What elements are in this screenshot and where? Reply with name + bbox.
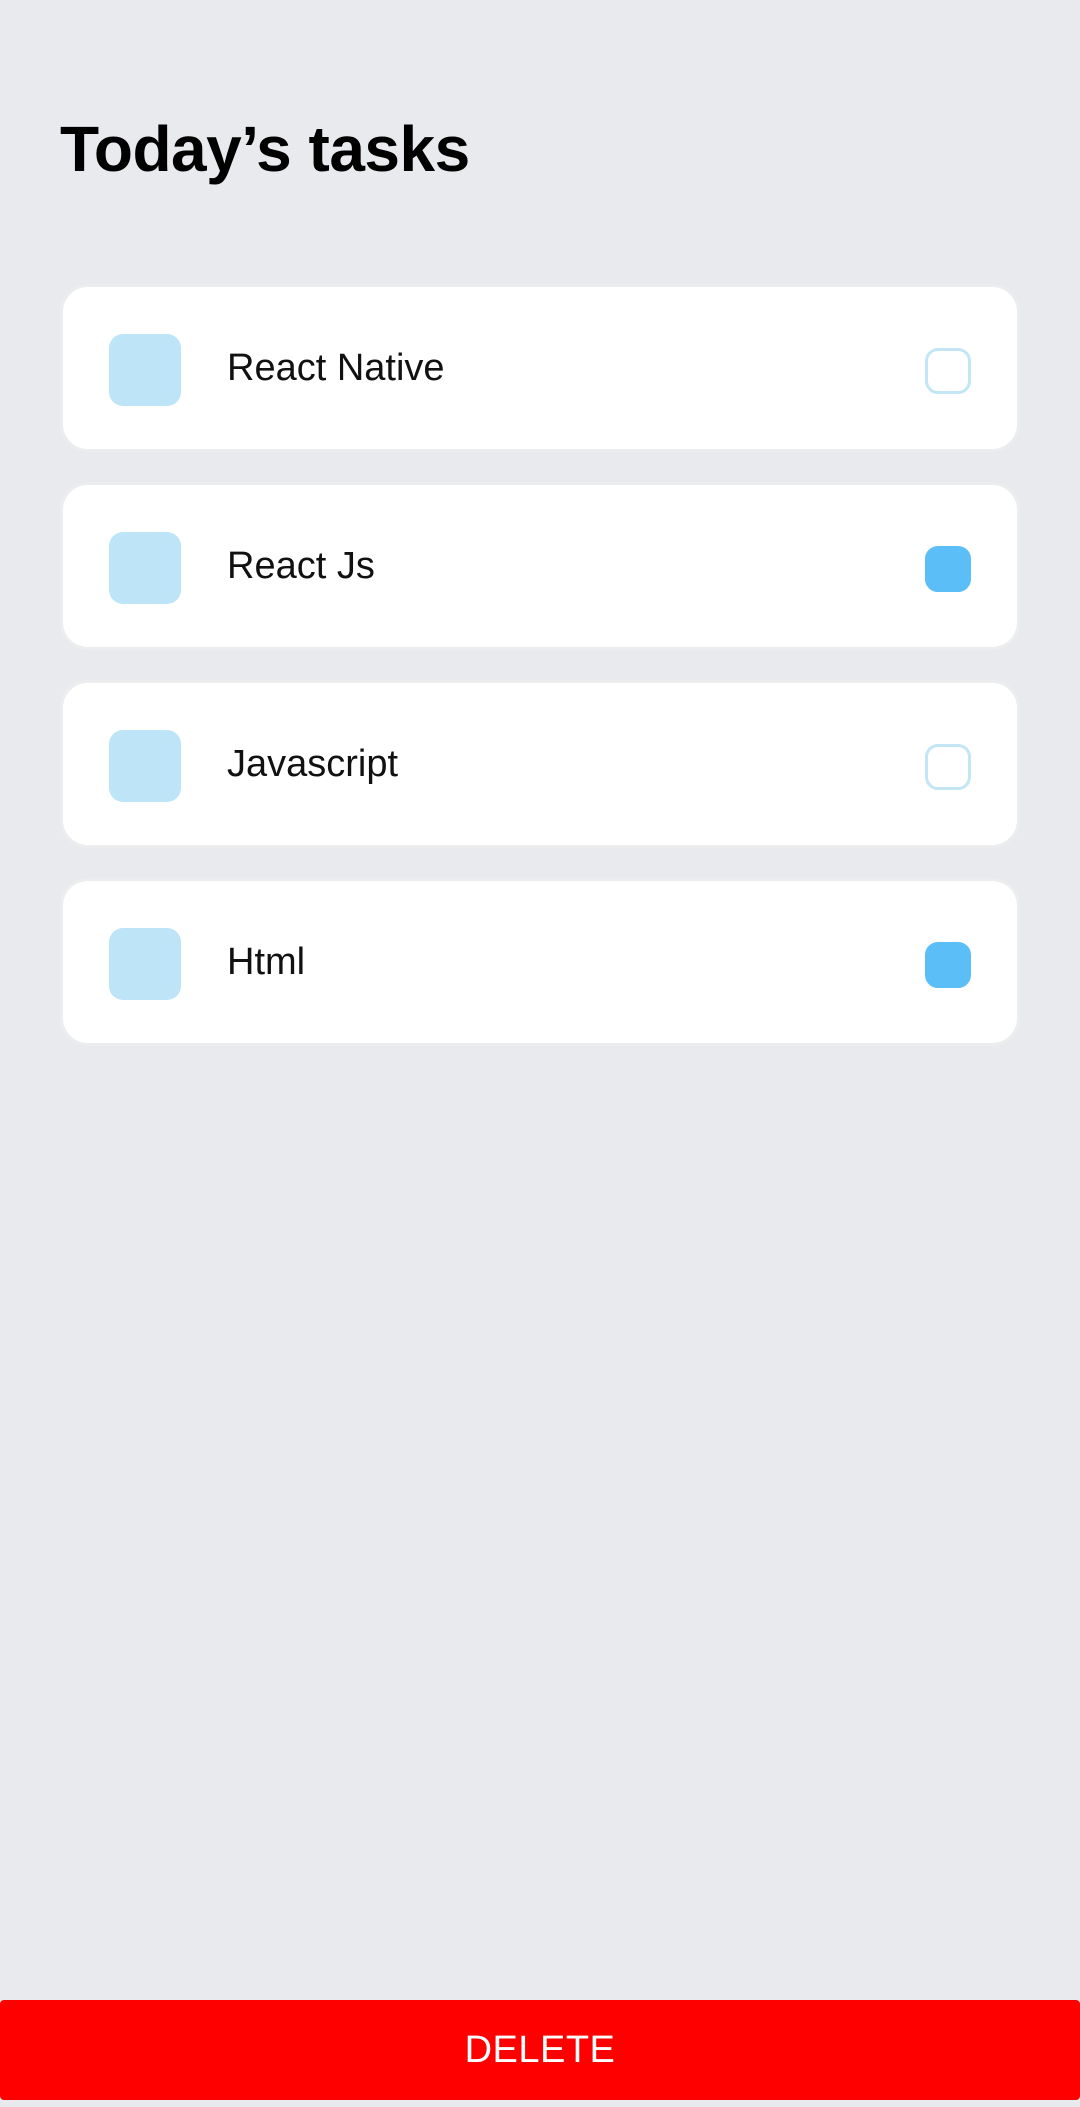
delete-button[interactable]: DELETE [0,2000,1080,2100]
task-checkbox[interactable] [925,348,971,394]
task-checkbox[interactable] [925,744,971,790]
task-card-react-native[interactable]: React Native [60,284,1020,452]
task-card-html[interactable]: Html [60,878,1020,1046]
page-title: Today’s tasks [60,113,470,185]
task-square-icon [109,730,181,802]
task-square-icon [109,928,181,1000]
task-label: React Js [227,544,375,587]
task-checkbox[interactable] [925,942,971,988]
task-list: React Native React Js Javascript Html [60,284,1020,1076]
task-card-javascript[interactable]: Javascript [60,680,1020,848]
task-square-icon [109,532,181,604]
task-card-react-js[interactable]: React Js [60,482,1020,650]
task-checkbox[interactable] [925,546,971,592]
task-label: Html [227,940,306,983]
task-label: Javascript [227,742,399,785]
app-screen: Today’s tasks React Native React Js Java… [0,0,1080,2107]
task-square-icon [109,334,181,406]
task-label: React Native [227,346,445,389]
